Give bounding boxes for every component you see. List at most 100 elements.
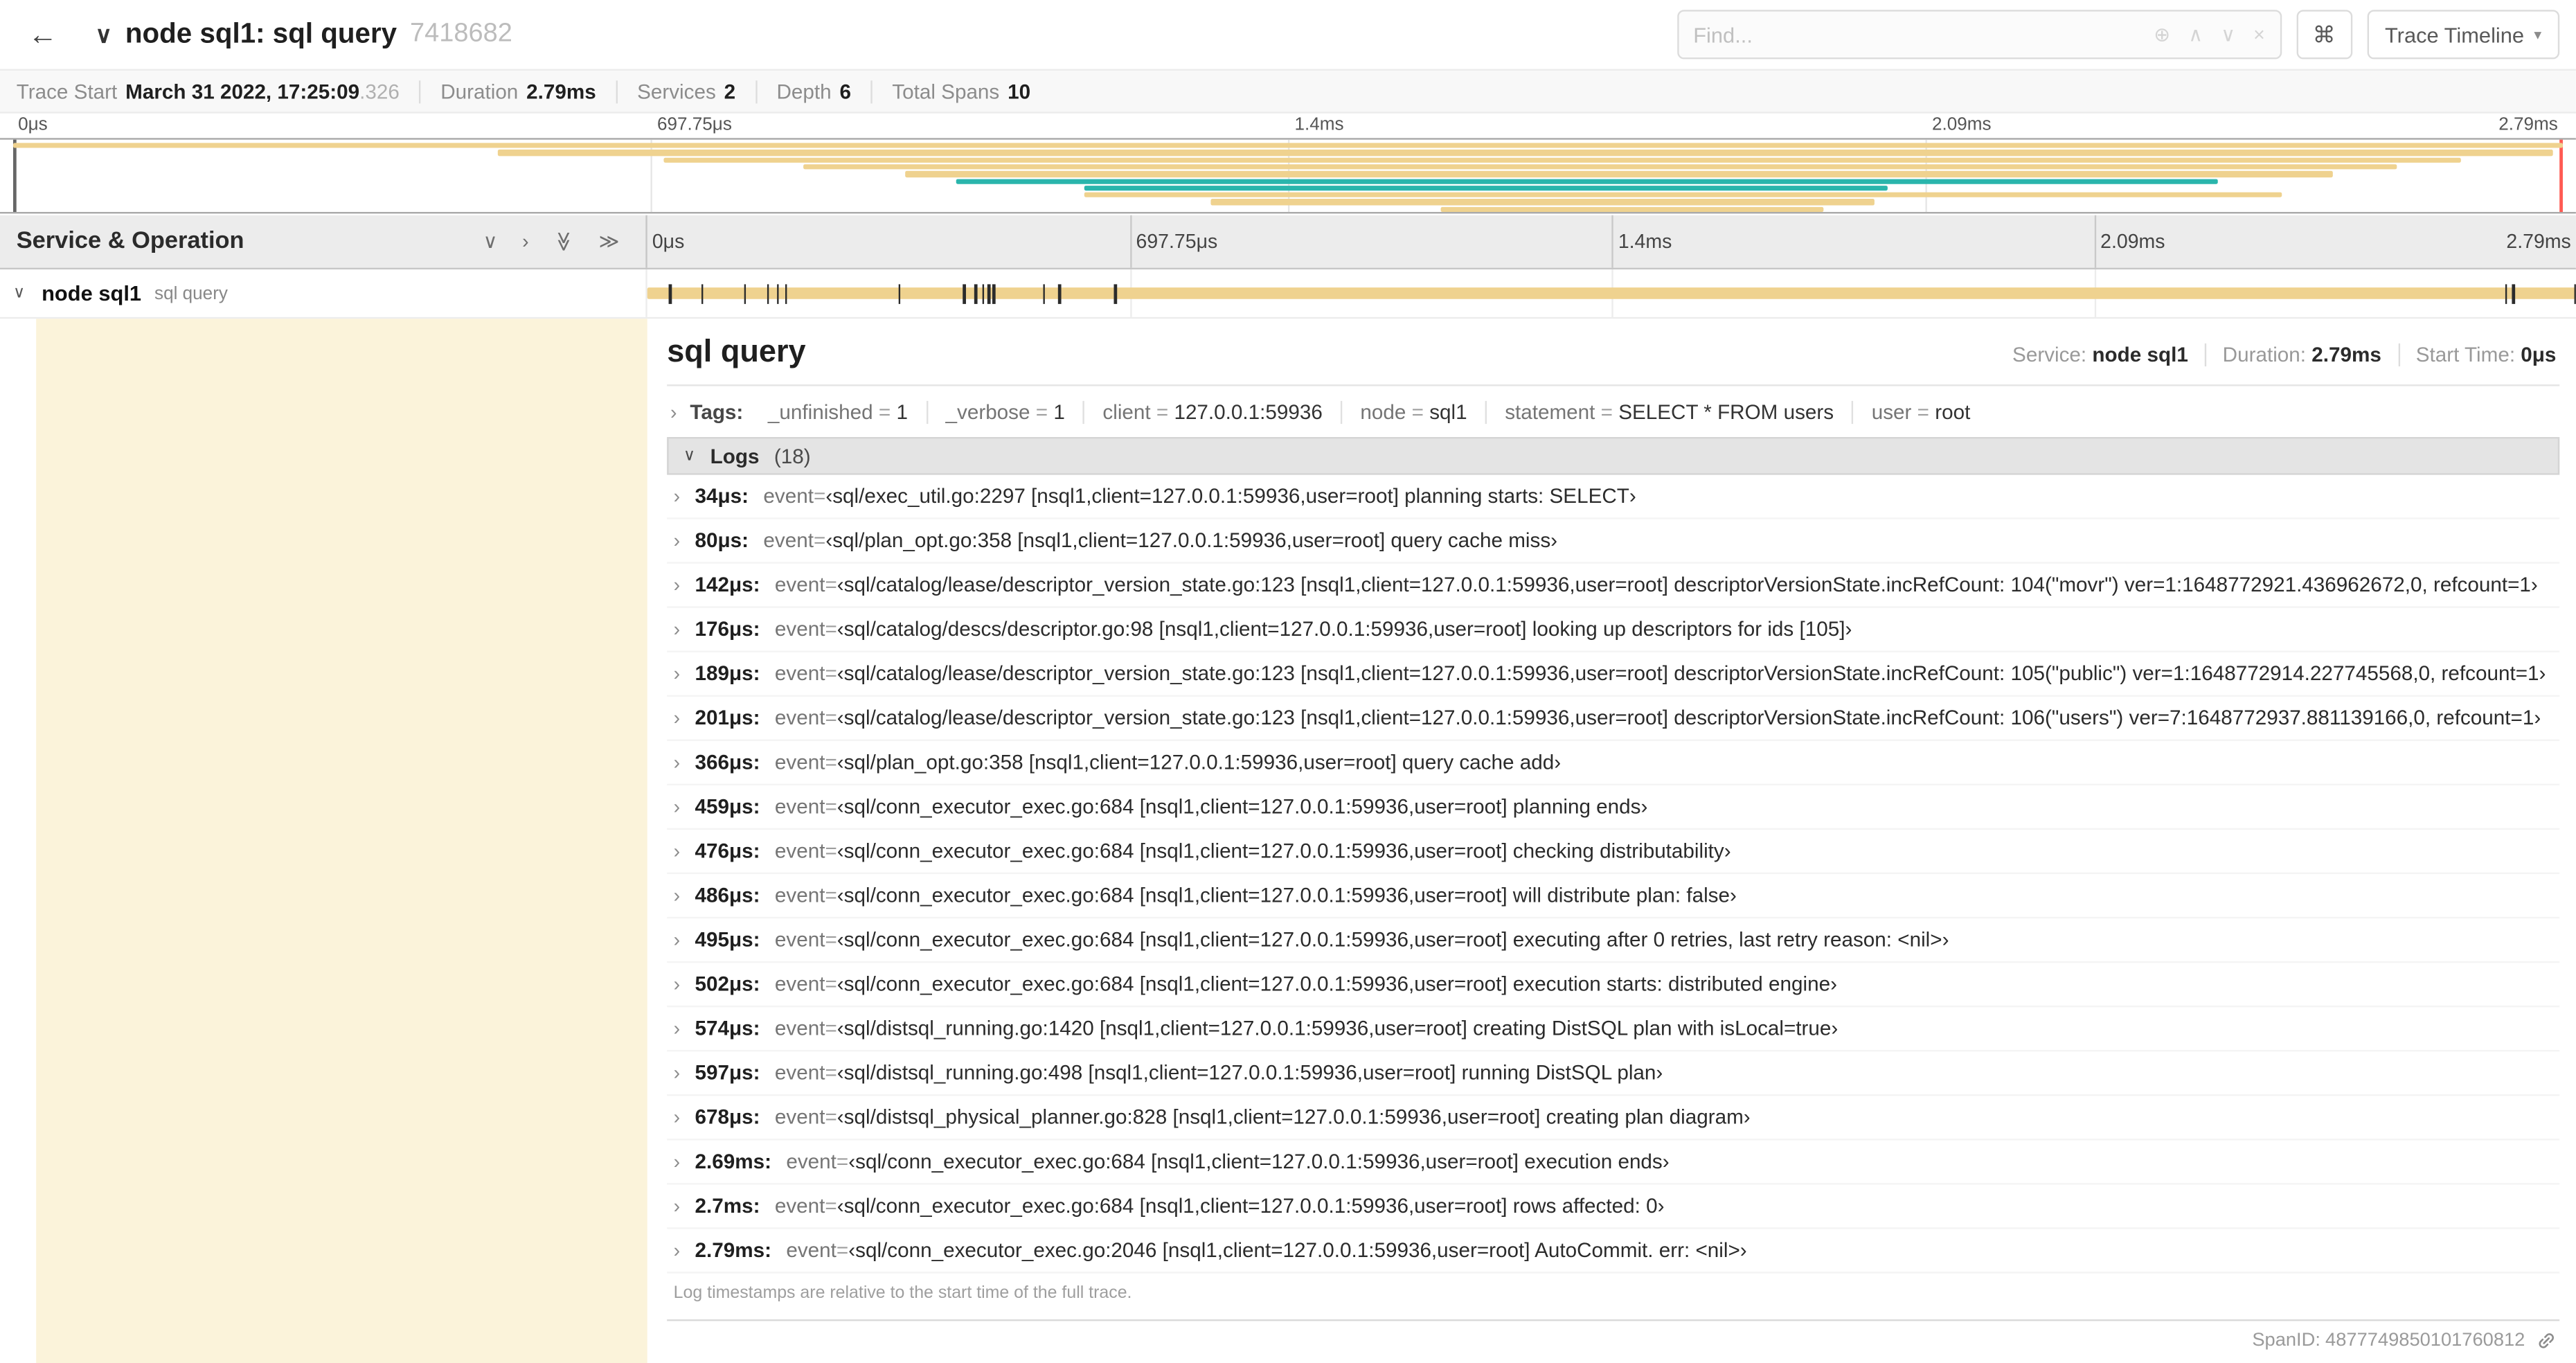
find-input[interactable] xyxy=(1693,22,2154,47)
find-zoom-icon[interactable]: ⊕ xyxy=(2154,23,2170,46)
log-time: 201μs: xyxy=(695,706,760,730)
log-row[interactable]: › 2.7ms: event = ‹sql/conn_executor_exec.g… xyxy=(667,1185,2560,1229)
find-prev-icon[interactable]: ∧ xyxy=(2188,23,2203,46)
log-marker[interactable] xyxy=(701,283,704,303)
log-key: event xyxy=(774,706,825,730)
log-row[interactable]: › 574μs: event = ‹sql/distsql_running.go:1… xyxy=(667,1007,2560,1052)
stat-value: 2.79ms xyxy=(526,80,596,103)
stat-value: March 31 2022, 17:25:09.326 xyxy=(125,80,400,103)
log-key: event xyxy=(786,1150,837,1173)
log-time: 574μs: xyxy=(695,1017,760,1040)
log-value: ‹sql/exec_util.go:2297 [nsql1,client=127… xyxy=(825,484,1636,508)
chevron-right-icon: › xyxy=(673,795,681,819)
double-chevron-right-icon[interactable]: ≫ xyxy=(599,232,620,251)
chevron-right-icon[interactable]: › xyxy=(522,232,528,251)
log-row[interactable]: › 459μs: event = ‹sql/conn_executor_exec.g… xyxy=(667,785,2560,830)
log-row[interactable]: › 201μs: event = ‹sql/catalog/lease/descri… xyxy=(667,697,2560,741)
log-marker[interactable] xyxy=(992,283,995,303)
log-time: 80μs: xyxy=(695,528,749,553)
span-duration-bar[interactable] xyxy=(647,287,2576,299)
span-detail-gutter-fill xyxy=(36,319,647,1363)
minimap-span-bar xyxy=(956,178,2219,184)
log-time: 678μs: xyxy=(695,1105,760,1129)
log-marker[interactable] xyxy=(776,283,779,303)
log-key: event xyxy=(786,1238,837,1263)
collapse-trace-header-icon[interactable]: ∨ xyxy=(96,21,112,48)
log-row[interactable]: › 34μs: event = ‹sql/exec_util.go:2297 [ns… xyxy=(667,475,2560,519)
log-marker[interactable] xyxy=(963,283,965,303)
log-row[interactable]: › 476μs: event = ‹sql/conn_executor_exec.g… xyxy=(667,830,2560,875)
log-value: ‹sql/conn_executor_exec.go:684 [nsql1,cl… xyxy=(837,972,1837,996)
log-row[interactable]: › 678μs: event = ‹sql/distsql_physical_pla… xyxy=(667,1096,2560,1141)
log-row[interactable]: › 80μs: event = ‹sql/plan_opt.go:358 [nsql… xyxy=(667,519,2560,564)
log-row[interactable]: › 366μs: event = ‹sql/plan_opt.go:358 [nsq… xyxy=(667,741,2560,786)
find-next-icon[interactable]: ∨ xyxy=(2221,23,2235,46)
log-row[interactable]: › 597μs: event = ‹sql/distsql_running.go:4… xyxy=(667,1051,2560,1096)
tags-accordion[interactable]: › Tags: _unfinished = 1 _verbose = 1 clien… xyxy=(667,389,2559,437)
minimap-canvas[interactable] xyxy=(0,138,2576,214)
log-marker[interactable] xyxy=(987,283,990,303)
log-marker[interactable] xyxy=(767,283,770,303)
chevron-down-icon[interactable]: ∨ xyxy=(483,232,498,251)
log-equals: = xyxy=(825,1105,837,1129)
chevron-right-icon: › xyxy=(673,751,681,774)
stat-item: Depth 6 xyxy=(757,80,873,103)
find-clear-icon[interactable]: × xyxy=(2253,23,2265,46)
log-row[interactable]: › 2.69ms: event = ‹sql/conn_executor_exec.… xyxy=(667,1140,2560,1185)
log-marker[interactable] xyxy=(2512,283,2514,303)
trace-view-dropdown[interactable]: Trace Timeline ▾ xyxy=(2366,10,2560,60)
log-row[interactable]: › 502μs: event = ‹sql/conn_executor_exec.g… xyxy=(667,963,2560,1008)
minimap-left-scrubber[interactable] xyxy=(12,139,16,213)
log-equals: = xyxy=(825,795,837,819)
chevron-right-icon: › xyxy=(673,573,681,597)
minimap-span-bar xyxy=(1084,192,2282,198)
log-marker[interactable] xyxy=(744,283,746,303)
ruler-tick-label: 2.79ms xyxy=(2498,115,2558,135)
minimap-right-scrubber[interactable] xyxy=(2559,139,2563,213)
span-bar-wrap[interactable] xyxy=(647,269,2576,317)
log-row[interactable]: › 495μs: event = ‹sql/conn_executor_exec.g… xyxy=(667,918,2560,963)
ruler-tick-label: 0μs xyxy=(652,230,685,253)
log-marker[interactable] xyxy=(981,283,984,303)
link-icon[interactable] xyxy=(2537,1331,2556,1351)
span-row-name-column[interactable]: ∨ node sql1 sql query xyxy=(0,269,647,317)
keyboard-shortcuts-button[interactable]: ⌘ xyxy=(2296,10,2352,60)
tag-equals: = xyxy=(1911,400,1935,425)
chevron-right-icon: › xyxy=(673,662,681,686)
log-equals: = xyxy=(825,662,837,686)
log-marker[interactable] xyxy=(898,283,902,303)
span-collapse-chevron-icon[interactable]: ∨ xyxy=(13,284,25,302)
log-key: event xyxy=(774,1061,825,1085)
chevron-right-icon: › xyxy=(673,928,681,952)
log-marker[interactable] xyxy=(2505,283,2507,303)
double-chevron-down-icon[interactable]: ≫ xyxy=(552,231,575,252)
log-marker[interactable] xyxy=(1042,283,1045,303)
logs-note: Log timestamps are relative to the start… xyxy=(673,1283,1132,1303)
timeline-header-row: Service & Operation ∨ › ≫ ≫ 0μs 697.75μs 1… xyxy=(0,215,2576,270)
stat-label: Trace Start xyxy=(16,80,118,103)
find-bar: ⊕ ∧ ∨ × xyxy=(1676,10,2282,60)
tag-item: statement = SELECT * FROM users xyxy=(1487,400,1854,425)
chevron-right-icon: › xyxy=(673,484,681,508)
trace-id: 7418682 xyxy=(410,19,512,48)
back-button[interactable]: ← xyxy=(17,8,69,61)
log-marker[interactable] xyxy=(974,283,977,303)
log-row[interactable]: › 189μs: event = ‹sql/catalog/lease/descri… xyxy=(667,652,2560,697)
logs-accordion-header[interactable]: ∨ Logs (18) xyxy=(667,437,2560,475)
log-equals: = xyxy=(825,839,837,863)
stat-item: Trace Start March 31 2022, 17:25:09.326 xyxy=(13,80,421,103)
log-equals: = xyxy=(825,1061,837,1085)
log-key: event xyxy=(774,662,825,686)
tags-list: _unfinished = 1 _verbose = 1 client = 127.… xyxy=(750,400,1989,425)
log-marker[interactable] xyxy=(669,283,672,303)
log-row[interactable]: › 486μs: event = ‹sql/conn_executor_exec.g… xyxy=(667,874,2560,919)
log-row[interactable]: › 142μs: event = ‹sql/catalog/lease/descri… xyxy=(667,564,2560,608)
timeline-collapse-controls: ∨ › ≫ ≫ xyxy=(483,231,629,252)
span-row[interactable]: ∨ node sql1 sql query xyxy=(0,269,2576,319)
log-row[interactable]: › 2.79ms: event = ‹sql/conn_executor_exec.… xyxy=(667,1229,2560,1274)
log-equals: = xyxy=(813,484,826,508)
log-marker[interactable] xyxy=(1114,283,1117,303)
log-marker[interactable] xyxy=(1058,283,1061,303)
log-marker[interactable] xyxy=(785,283,787,303)
log-row[interactable]: › 176μs: event = ‹sql/catalog/descs/descri… xyxy=(667,608,2560,652)
